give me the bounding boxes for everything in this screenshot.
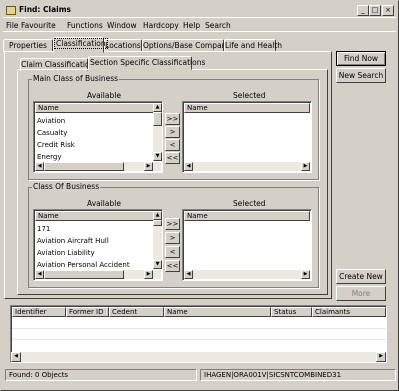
menu-functions[interactable]: Functions	[67, 21, 103, 30]
main-add-all-button[interactable]: >>	[165, 113, 180, 125]
cob-selected-hscroll[interactable]: ◀ ▶	[184, 270, 310, 279]
list-item[interactable]: Aviation Personal Accident	[37, 261, 130, 269]
cob-available-title: Available	[87, 199, 121, 208]
scroll-left-icon[interactable]: ◀	[184, 162, 193, 171]
find-claims-window: Find: Claims _ □ × File Favourite Functi…	[0, 0, 399, 391]
main-remove-all-button[interactable]: <<	[165, 152, 180, 164]
column-header-status[interactable]: Status	[271, 307, 312, 317]
menu-help[interactable]: Help	[183, 21, 200, 30]
main-class-group-label: Main Class of Business	[32, 74, 120, 83]
cob-available-name-header[interactable]: Name	[35, 211, 154, 221]
list-item[interactable]: 171	[37, 225, 50, 233]
cob-available-vscroll[interactable]: ▲ ▼	[153, 211, 162, 269]
find-now-button[interactable]: Find Now	[336, 51, 386, 66]
new-search-button[interactable]: New Search	[336, 68, 386, 83]
scroll-left-icon[interactable]: ◀	[35, 270, 44, 279]
tab-section-specific-classifications[interactable]: Section Specific Classifications	[88, 56, 205, 70]
scroll-right-icon[interactable]: ▶	[301, 270, 310, 279]
status-found-count: Found: 0 Objects	[5, 369, 197, 381]
main-add-button[interactable]: >	[165, 126, 180, 138]
scroll-thumb[interactable]	[44, 162, 124, 171]
maximize-button[interactable]: □	[369, 5, 381, 16]
minimize-button[interactable]: _	[357, 5, 369, 16]
scroll-down-icon[interactable]: ▼	[153, 152, 162, 161]
cob-add-button[interactable]: >	[165, 232, 180, 244]
window-title: Find: Claims	[19, 5, 71, 14]
cob-selected-title: Selected	[233, 199, 266, 208]
menu-hardcopy[interactable]: Hardcopy	[143, 21, 179, 30]
scroll-right-icon[interactable]: ▶	[301, 162, 310, 171]
scroll-thumb[interactable]	[153, 112, 162, 126]
main-available-list[interactable]: Name Aviation Casualty Credit Risk Energ…	[33, 101, 163, 173]
results-hscroll[interactable]: ◀ ▶	[11, 352, 386, 362]
scroll-down-icon[interactable]: ▼	[153, 260, 162, 269]
cob-selected-list[interactable]: Name ◀ ▶	[182, 209, 312, 281]
create-new-button[interactable]: Create New	[336, 269, 386, 284]
list-item[interactable]: Energy	[37, 153, 62, 161]
list-item[interactable]: Aviation	[37, 117, 65, 125]
column-header-cedent[interactable]: Cedent	[109, 307, 164, 317]
scroll-up-icon[interactable]: ▲	[153, 103, 162, 112]
column-header-former-id[interactable]: Former ID	[66, 307, 109, 317]
list-item[interactable]: Aviation Liability	[37, 249, 95, 257]
menu-search[interactable]: Search	[205, 21, 231, 30]
class-of-business-group-label: Class Of Business	[32, 182, 101, 191]
main-selected-list[interactable]: Name ◀ ▶	[182, 101, 312, 173]
scroll-right-icon[interactable]: ▶	[376, 352, 386, 362]
grid-row-line	[12, 339, 386, 340]
more-button[interactable]: More	[336, 286, 386, 301]
grid-row-line	[12, 328, 386, 329]
cob-add-all-button[interactable]: >>	[165, 218, 180, 230]
status-bar: Found: 0 Objects IHAGEN|ORA001V|SICSNTCO…	[5, 369, 396, 381]
cob-selected-name-header[interactable]: Name	[184, 211, 310, 221]
app-icon	[6, 6, 16, 15]
title-bar: Find: Claims _ □ ×	[3, 3, 396, 18]
main-available-vscroll[interactable]: ▲ ▼	[153, 103, 162, 161]
scroll-left-icon[interactable]: ◀	[184, 270, 193, 279]
main-available-name-header[interactable]: Name	[35, 103, 154, 113]
scroll-left-icon[interactable]: ◀	[35, 162, 44, 171]
column-header-name[interactable]: Name	[164, 307, 271, 317]
list-item[interactable]: Aviation Aircraft Hull	[37, 237, 109, 245]
scroll-thumb[interactable]	[44, 270, 124, 279]
main-selected-name-header[interactable]: Name	[184, 103, 310, 113]
list-item[interactable]: Credit Risk	[37, 141, 75, 149]
main-selected-title: Selected	[233, 91, 266, 100]
scroll-up-icon[interactable]: ▲	[153, 211, 162, 220]
list-item[interactable]: Casualty	[37, 129, 67, 137]
scroll-thumb[interactable]	[153, 220, 162, 226]
cob-available-list[interactable]: Name 171 Aviation Aircraft Hull Aviation…	[33, 209, 163, 281]
cob-remove-all-button[interactable]: <<	[165, 260, 180, 272]
menu-bar: File Favourite Functions Window Hardcopy…	[3, 20, 396, 32]
tab-classification[interactable]: Classification	[53, 37, 108, 53]
cob-available-hscroll[interactable]: ◀ ▶	[35, 270, 161, 279]
main-remove-button[interactable]: <	[165, 139, 180, 151]
cob-remove-button[interactable]: <	[165, 246, 180, 258]
column-header-identifier[interactable]: Identifier	[12, 307, 66, 317]
column-header-claimants[interactable]: Claimants	[312, 307, 386, 317]
menu-window[interactable]: Window	[107, 21, 137, 30]
main-selected-hscroll[interactable]: ◀ ▶	[184, 162, 310, 171]
close-button[interactable]: ×	[382, 5, 394, 16]
scroll-right-icon[interactable]: ▶	[144, 270, 153, 279]
status-connection: IHAGEN|ORA001V|SICSNTCOMBINED31	[200, 369, 396, 381]
main-available-title: Available	[87, 91, 121, 100]
menu-favourite[interactable]: Favourite	[21, 21, 56, 30]
scroll-right-icon[interactable]: ▶	[144, 162, 153, 171]
main-available-hscroll[interactable]: ◀ ▶	[35, 162, 161, 171]
menu-file[interactable]: File	[6, 21, 19, 30]
scroll-left-icon[interactable]: ◀	[11, 352, 21, 362]
